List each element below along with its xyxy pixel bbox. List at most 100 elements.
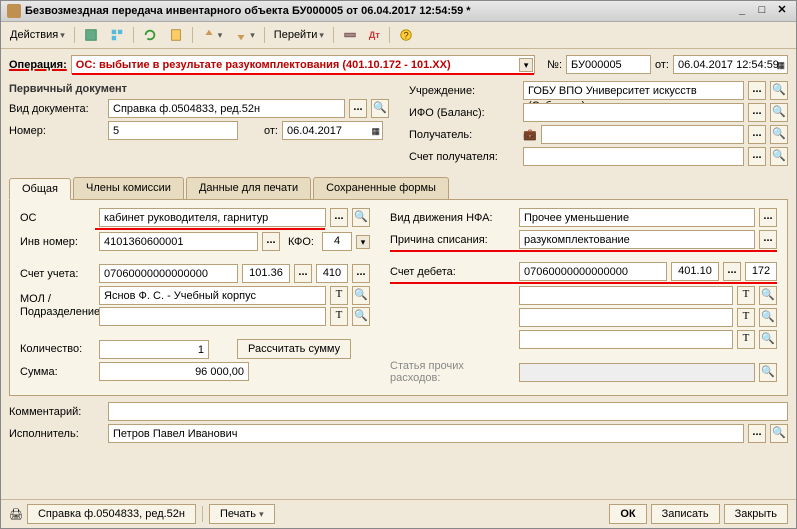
org-search-button[interactable]: 🔍: [770, 81, 788, 100]
doc-type-search-button[interactable]: 🔍: [371, 99, 389, 118]
os-label: ОС: [20, 212, 95, 224]
tab-commission[interactable]: Члены комиссии: [73, 177, 184, 199]
tb-dk-icon[interactable]: Дт: [364, 27, 385, 43]
debit-sub2-input[interactable]: 172: [745, 262, 777, 281]
tb-sort-up-icon[interactable]: ▾: [197, 25, 228, 45]
nfa-lookup-button[interactable]: ...: [759, 208, 777, 227]
debit-extra2-t[interactable]: T: [737, 308, 755, 327]
doc-type-input[interactable]: Справка ф.0504833, ред.52н: [108, 99, 345, 118]
os-input[interactable]: кабинет руководителя, гарнитур: [99, 208, 326, 227]
subdiv-t-button[interactable]: T: [330, 307, 348, 326]
os-highlight-line: [95, 228, 325, 230]
actions-menu[interactable]: Действия▾: [5, 26, 70, 44]
comment-label: Комментарий:: [9, 406, 104, 418]
debit-extra1-input[interactable]: [519, 286, 733, 305]
operation-dropdown-icon[interactable]: ▾: [519, 58, 533, 72]
mol-search-button[interactable]: 🔍: [352, 286, 370, 305]
comment-input[interactable]: [108, 402, 788, 421]
doc-datetime-input[interactable]: 06.04.2017 12:54:59▦: [673, 55, 788, 74]
primary-num-label: Номер:: [9, 125, 104, 137]
os-search-button[interactable]: 🔍: [352, 208, 370, 227]
mol-t-button[interactable]: T: [330, 286, 348, 305]
org-lookup-button[interactable]: ...: [748, 81, 766, 100]
expense-search-button[interactable]: 🔍: [759, 363, 777, 382]
debit-extra3-input[interactable]: [519, 330, 733, 349]
debit-sub1-lookup[interactable]: ...: [723, 262, 741, 281]
titlebar: Безвозмездная передача инвентарного объе…: [1, 1, 796, 22]
org-input[interactable]: ГОБУ ВПО Университет искусств (Субсидия): [523, 81, 744, 100]
inv-input[interactable]: 4101360600001: [99, 232, 258, 251]
mol-label: МОЛ / Подразделение:: [20, 293, 95, 319]
account-sub2-lookup[interactable]: ...: [352, 264, 370, 283]
tb-goto-icon[interactable]: [79, 25, 103, 45]
subdiv-input[interactable]: [99, 307, 326, 326]
close-button[interactable]: Закрыть: [724, 504, 788, 524]
operation-select[interactable]: ОС: выбытие в результате разукомплектова…: [71, 55, 535, 74]
recipient-acct-input[interactable]: [523, 147, 744, 166]
os-lookup-button[interactable]: ...: [330, 208, 348, 227]
recipient-search-button[interactable]: 🔍: [770, 125, 788, 144]
save-button[interactable]: Записать: [651, 504, 720, 524]
sum-input[interactable]: 96 000,00: [99, 362, 249, 381]
tb-paste-icon[interactable]: [164, 25, 188, 45]
doc-num-input[interactable]: БУ000005: [566, 55, 651, 74]
reason-lookup-button[interactable]: ...: [759, 230, 777, 249]
kfo-label: КФО:: [288, 236, 314, 248]
tab-saved-forms[interactable]: Сохраненные формы: [313, 177, 449, 199]
tab-pane-common: ОС кабинет руководителя, гарнитур ... 🔍 …: [9, 200, 788, 396]
tb-struct-icon[interactable]: [105, 25, 129, 45]
maximize-button[interactable]: □: [754, 4, 770, 18]
window-title: Безвозмездная передача инвентарного объе…: [25, 5, 734, 17]
qty-input[interactable]: 1: [99, 340, 209, 359]
tab-bar: Общая Члены комиссии Данные для печати С…: [9, 177, 788, 200]
debit-extra2-input[interactable]: [519, 308, 733, 327]
executor-search-button[interactable]: 🔍: [770, 424, 788, 443]
subdiv-search-button[interactable]: 🔍: [352, 307, 370, 326]
tb-goto-menu[interactable]: Перейти▾: [269, 26, 329, 44]
account-input[interactable]: 07060000000000000: [99, 264, 238, 283]
recipient-lookup-button[interactable]: ...: [748, 125, 766, 144]
mol-input[interactable]: Яснов Ф. С. - Учебный корпус: [99, 286, 326, 305]
reason-input[interactable]: разукомплектование: [519, 230, 755, 249]
inv-lookup-button[interactable]: ...: [262, 232, 280, 251]
tab-common[interactable]: Общая: [9, 178, 71, 200]
nfa-input[interactable]: Прочее уменьшение: [519, 208, 755, 227]
close-window-button[interactable]: ✕: [774, 4, 790, 18]
tab-print-data[interactable]: Данные для печати: [186, 177, 311, 199]
ifo-search-button[interactable]: 🔍: [770, 103, 788, 122]
kfo-input[interactable]: 4: [322, 232, 352, 251]
debit-extra2-search[interactable]: 🔍: [759, 308, 777, 327]
recipient-input[interactable]: [541, 125, 744, 144]
ifo-lookup-button[interactable]: ...: [748, 103, 766, 122]
recipient-acct-search-button[interactable]: 🔍: [770, 147, 788, 166]
debit-sub1-input[interactable]: 401.10: [671, 262, 719, 281]
account-sub1-input[interactable]: 101.36: [242, 264, 290, 283]
debit-extra1-t[interactable]: T: [737, 286, 755, 305]
recipient-acct-lookup-button[interactable]: ...: [748, 147, 766, 166]
tb-sort-down-icon[interactable]: ▾: [229, 25, 260, 45]
tb-refresh-icon[interactable]: [138, 25, 162, 45]
tb-settings-icon[interactable]: [338, 25, 362, 45]
inv-label: Инв номер:: [20, 236, 95, 248]
account-sub1-lookup[interactable]: ...: [294, 264, 312, 283]
ifo-input[interactable]: [523, 103, 744, 122]
debit-extra1-search[interactable]: 🔍: [759, 286, 777, 305]
debit-extra3-t[interactable]: T: [737, 330, 755, 349]
primary-num-input[interactable]: 5: [108, 121, 238, 140]
executor-lookup-button[interactable]: ...: [748, 424, 766, 443]
minimize-button[interactable]: _: [734, 4, 750, 18]
tb-help-icon[interactable]: ?: [394, 25, 418, 45]
kfo-dropdown-icon[interactable]: ▾: [356, 235, 370, 249]
recalc-button[interactable]: Рассчитать сумму: [237, 339, 351, 359]
account-sub2-input[interactable]: 410: [316, 264, 348, 283]
doc-type-lookup-button[interactable]: ...: [349, 99, 367, 118]
print-menu-button[interactable]: Печать ▾: [209, 504, 275, 524]
debit-input[interactable]: 07060000000000000: [519, 262, 667, 281]
ok-button[interactable]: ОК: [609, 504, 646, 524]
primary-date-input[interactable]: 06.04.2017▦: [282, 121, 383, 140]
debit-extra3-search[interactable]: 🔍: [759, 330, 777, 349]
executor-input[interactable]: Петров Павел Иванович: [108, 424, 744, 443]
ifo-label: ИФО (Баланс):: [409, 107, 519, 119]
expense-input: [519, 363, 755, 382]
footer-doc-button[interactable]: Справка ф.0504833, ред.52н: [27, 504, 196, 524]
